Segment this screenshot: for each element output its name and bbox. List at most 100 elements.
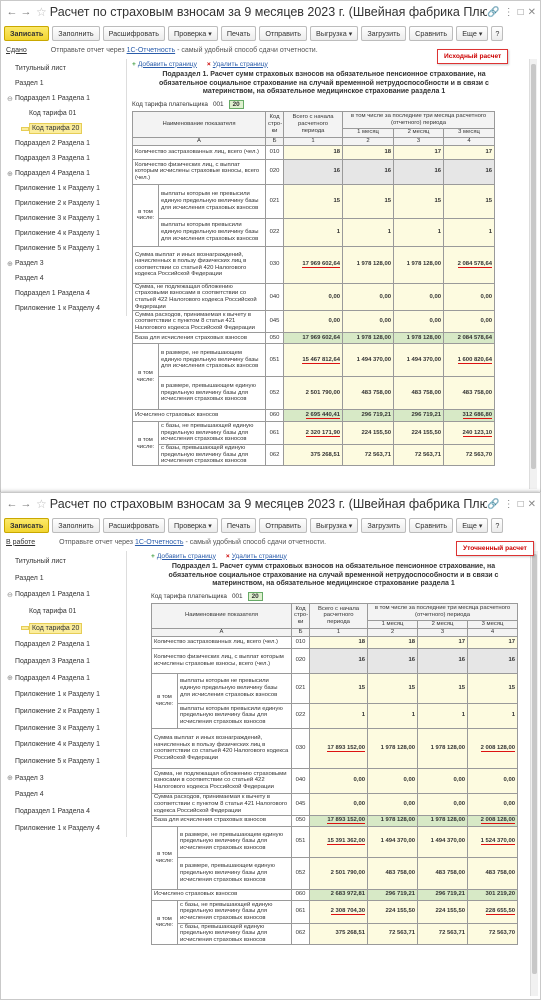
cell-r020-col4[interactable]: 16 — [467, 647, 519, 674]
cell-r062-col4[interactable]: 72 563,70 — [467, 922, 519, 945]
sidebar-item[interactable]: ⊖ Подраздел 1 Раздела 1 — [3, 586, 126, 603]
cell-r040-col4[interactable]: 0,00 — [467, 767, 519, 794]
cell-r052-col4[interactable]: 483 758,00 — [467, 856, 519, 890]
cell-r022-col1[interactable]: 1 — [283, 217, 344, 247]
cell-r020-col1[interactable]: 16 — [309, 647, 369, 674]
sidebar-item[interactable]: ⊖ Подраздел 1 Раздела 1 — [3, 91, 126, 106]
cell-r062-col2[interactable]: 72 563,71 — [342, 444, 395, 466]
cell-r021-col2[interactable]: 15 — [342, 183, 395, 219]
cell-r022-col2[interactable]: 1 — [367, 702, 419, 729]
cell-r060-col3[interactable]: 296 719,21 — [393, 409, 445, 423]
add-page-link[interactable]: + Добавить страницу — [132, 61, 197, 68]
cell-r061-col3[interactable]: 224 155,50 — [417, 899, 469, 924]
cell-r010-col2[interactable]: 18 — [367, 635, 419, 649]
maximize-icon[interactable]: □ — [518, 7, 524, 18]
maximize-icon[interactable]: □ — [518, 499, 524, 510]
check-button[interactable]: Проверка ▾ — [168, 25, 218, 41]
cell-r021-col2[interactable]: 15 — [367, 672, 419, 704]
menu-dots-icon[interactable]: ⋮ — [504, 7, 514, 18]
forward-arrow-icon[interactable]: → — [19, 5, 33, 19]
cell-r010-col1[interactable]: 18 — [283, 144, 344, 160]
cell-r022-col1[interactable]: 1 — [309, 702, 369, 729]
cell-r051-col3[interactable]: 1 494 370,00 — [393, 343, 445, 378]
cell-r050-col4[interactable]: 2 084 578,64 — [443, 332, 496, 345]
compare-button[interactable]: Сравнить — [409, 517, 454, 533]
cell-r021-col4[interactable]: 15 — [443, 183, 496, 219]
sidebar-item[interactable]: Подраздел 3 Раздела 1 — [3, 653, 126, 670]
sidebar-item[interactable]: ⊕ Подраздел 4 Раздела 1 — [3, 166, 126, 181]
cell-r030-col1[interactable]: 17 893 152,00 — [309, 727, 369, 769]
cell-r061-col4[interactable]: 240 123,10 — [443, 421, 496, 446]
check-button[interactable]: Проверка ▾ — [168, 517, 218, 533]
compare-button[interactable]: Сравнить — [409, 25, 454, 41]
cell-r040-col4[interactable]: 0,00 — [443, 282, 496, 312]
menu-dots-icon[interactable]: ⋮ — [504, 499, 514, 510]
cell-r022-col4[interactable]: 1 — [443, 217, 496, 247]
cell-r060-col2[interactable]: 296 719,21 — [367, 888, 419, 901]
cell-r051-col4[interactable]: 1 524 370,00 — [467, 825, 519, 858]
cell-r061-col3[interactable]: 224 155,50 — [393, 421, 445, 446]
vertical-scrollbar[interactable] — [529, 59, 537, 489]
sidebar-item[interactable]: Приложение 4 к Разделу 1 — [3, 737, 126, 754]
sidebar-item[interactable]: Код тарифа 20 — [3, 620, 126, 637]
reporting-service-link[interactable]: 1С-Отчетность — [127, 47, 176, 54]
cell-r040-col2[interactable]: 0,00 — [367, 767, 419, 794]
sidebar-item[interactable]: ⊕ Подраздел 4 Раздела 1 — [3, 670, 126, 687]
cell-r050-col3[interactable]: 1 978 128,00 — [393, 332, 445, 345]
sidebar-item[interactable]: Приложение 5 к Разделу 1 — [3, 241, 126, 256]
fill-button[interactable]: Заполнить — [52, 25, 100, 41]
send-button[interactable]: Отправить — [259, 25, 308, 41]
cell-r062-col4[interactable]: 72 563,70 — [443, 444, 496, 466]
print-button[interactable]: Печать — [220, 517, 257, 533]
cell-r045-col1[interactable]: 0,00 — [283, 310, 344, 334]
cell-r051-col2[interactable]: 1 494 370,00 — [367, 825, 419, 858]
cell-r020-col4[interactable]: 16 — [443, 158, 496, 185]
export-button[interactable]: Выгрузка ▾ — [310, 517, 359, 533]
sidebar-item[interactable]: Код тарифа 01 — [3, 106, 126, 121]
cell-r061-col2[interactable]: 224 155,50 — [342, 421, 395, 446]
sidebar-item[interactable]: Приложение 1 к Разделу 4 — [3, 301, 126, 316]
sidebar-item[interactable]: Приложение 1 к Разделу 1 — [3, 181, 126, 196]
sidebar-item[interactable]: Код тарифа 20 — [3, 121, 126, 136]
cell-r021-col1[interactable]: 15 — [283, 183, 344, 219]
more-button[interactable]: Еще ▾ — [456, 517, 489, 533]
cell-r052-col2[interactable]: 483 758,00 — [367, 856, 419, 890]
sidebar-item[interactable]: Приложение 4 к Разделу 1 — [3, 226, 126, 241]
favorite-star-icon[interactable]: ☆ — [36, 497, 47, 511]
expand-icon[interactable]: ⊕ — [7, 260, 15, 268]
cell-r030-col2[interactable]: 1 978 128,00 — [367, 727, 419, 769]
fill-button[interactable]: Заполнить — [52, 517, 100, 533]
cell-r060-col4[interactable]: 312 686,80 — [443, 409, 496, 423]
print-button[interactable]: Печать — [220, 25, 257, 41]
cell-r022-col3[interactable]: 1 — [417, 702, 469, 729]
cell-r040-col1[interactable]: 0,00 — [283, 282, 344, 312]
cell-r051-col2[interactable]: 1 494 370,00 — [342, 343, 395, 378]
sidebar-item[interactable]: Подраздел 2 Раздела 1 — [3, 636, 126, 653]
close-icon[interactable]: ✕ — [528, 499, 536, 510]
cell-r051-col4[interactable]: 1 600 820,64 — [443, 343, 496, 378]
cell-r051-col1[interactable]: 15 467 812,64 — [283, 343, 344, 378]
cell-r030-col4[interactable]: 2 084 578,64 — [443, 245, 496, 284]
collapse-icon[interactable]: ⊖ — [7, 591, 15, 599]
decode-button[interactable]: Расшифровать — [102, 25, 166, 41]
cell-r010-col4[interactable]: 17 — [467, 635, 519, 649]
sidebar-item[interactable]: Приложение 3 к Разделу 1 — [3, 720, 126, 737]
sidebar-item[interactable]: ⊕ Раздел 3 — [3, 770, 126, 787]
cell-r045-col3[interactable]: 0,00 — [393, 310, 445, 334]
expand-icon[interactable]: ⊕ — [7, 774, 15, 782]
cell-r062-col3[interactable]: 72 563,71 — [393, 444, 445, 466]
sidebar-item[interactable]: Код тарифа 01 — [3, 603, 126, 620]
cell-r022-col4[interactable]: 1 — [467, 702, 519, 729]
cell-r045-col1[interactable]: 0,00 — [309, 792, 369, 816]
more-button[interactable]: Еще ▾ — [456, 25, 489, 41]
sidebar-item[interactable]: Раздел 4 — [3, 787, 126, 804]
cell-r040-col3[interactable]: 0,00 — [393, 282, 445, 312]
cell-r030-col3[interactable]: 1 978 128,00 — [417, 727, 469, 769]
cell-r030-col4[interactable]: 2 008 128,00 — [467, 727, 519, 769]
send-button[interactable]: Отправить — [259, 517, 308, 533]
sidebar-item[interactable]: Раздел 4 — [3, 271, 126, 286]
cell-r010-col3[interactable]: 17 — [393, 144, 445, 160]
reporting-service-link[interactable]: 1С-Отчетность — [135, 539, 184, 546]
cell-r050-col1[interactable]: 17 893 152,00 — [309, 814, 369, 827]
cell-r050-col1[interactable]: 17 969 602,64 — [283, 332, 344, 345]
